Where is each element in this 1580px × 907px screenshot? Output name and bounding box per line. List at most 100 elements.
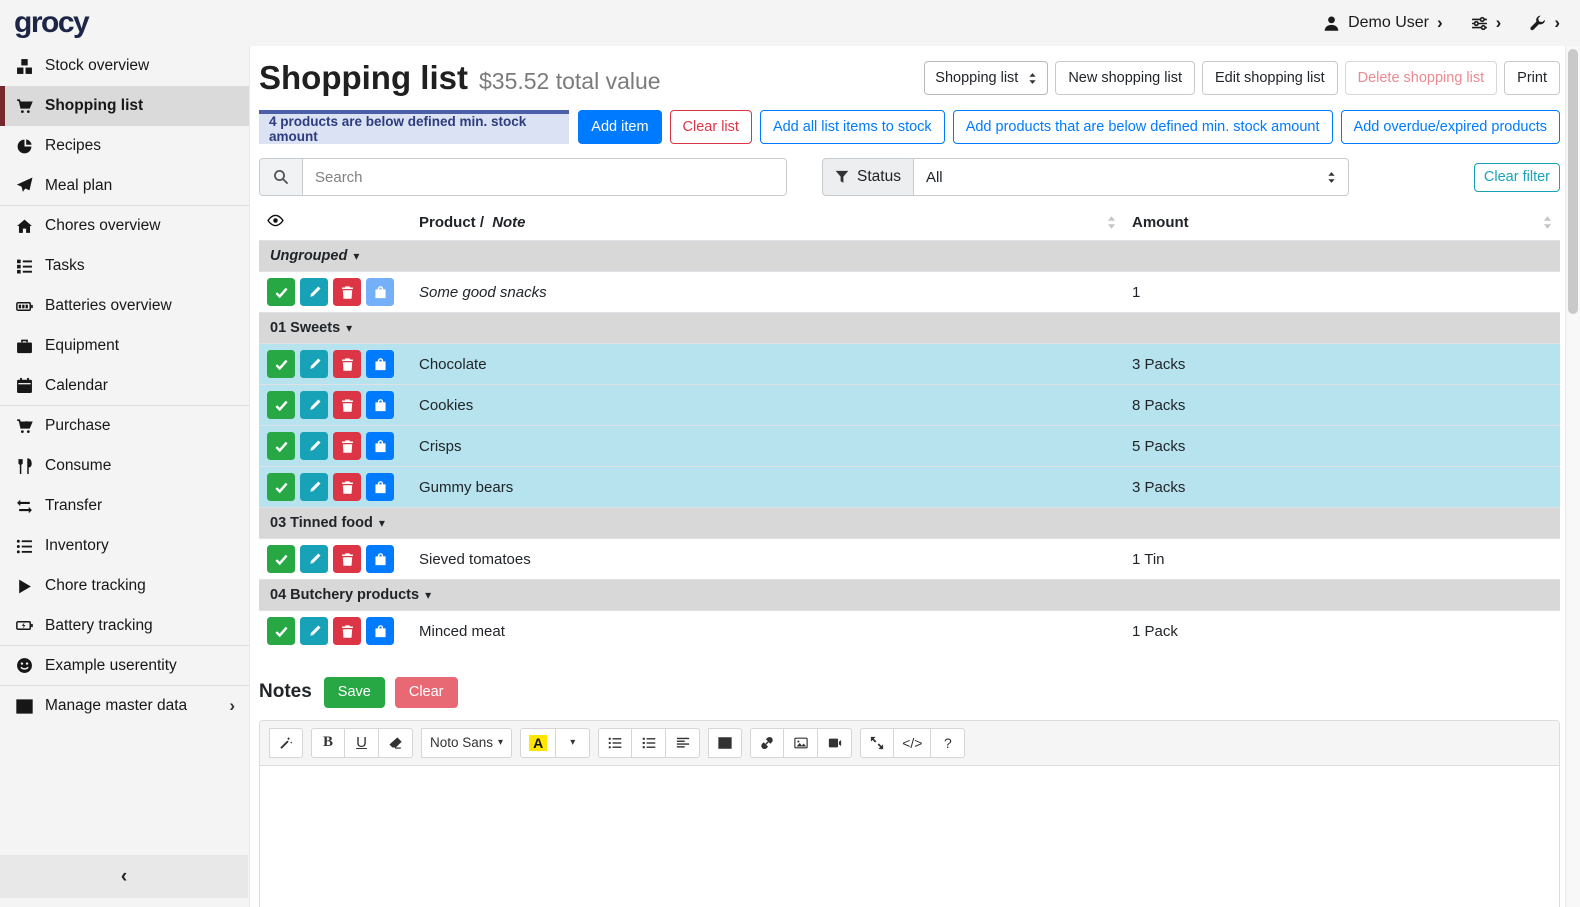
scrollbar-thumb[interactable] <box>1568 49 1578 314</box>
add-to-stock-button[interactable] <box>366 391 394 419</box>
item-name: Some good snacks <box>411 272 1124 313</box>
notes-save-button[interactable]: Save <box>324 677 385 708</box>
add-item-button[interactable]: Add item <box>578 110 661 144</box>
sidebar-item-equipment[interactable]: Equipment <box>0 326 249 366</box>
add-to-stock-button[interactable] <box>366 545 394 573</box>
mark-done-button[interactable] <box>267 350 295 378</box>
insert-table-button[interactable] <box>708 728 742 758</box>
sidebar-item-purchase[interactable]: Purchase <box>0 406 249 446</box>
font-family-dropdown[interactable]: Noto Sans ▾ <box>421 728 512 758</box>
sidebar-item-label: Calendar <box>45 377 108 395</box>
sidebar-item-inventory[interactable]: Inventory <box>0 526 249 566</box>
chevron-right-icon: › <box>1437 13 1443 33</box>
sidebar-item-batteries-overview[interactable]: Batteries overview <box>0 286 249 326</box>
edit-item-button[interactable] <box>300 278 328 306</box>
amount-column-header[interactable]: Amount <box>1124 205 1560 241</box>
group-row-butchery-products[interactable]: 04 Butchery products▾ <box>259 580 1560 611</box>
chevron-right-icon: › <box>1554 13 1560 33</box>
item-name: Chocolate <box>411 344 1124 385</box>
edit-item-button[interactable] <box>300 545 328 573</box>
sidebar-item-transfer[interactable]: Transfer <box>0 486 249 526</box>
delete-shopping-list-button[interactable]: Delete shopping list <box>1345 61 1498 95</box>
delete-item-button[interactable] <box>333 391 361 419</box>
clear-list-button[interactable]: Clear list <box>670 110 752 144</box>
settings-menu[interactable]: › <box>1471 13 1502 33</box>
highlight-color-button[interactable]: A <box>520 728 556 758</box>
sidebar-collapse-button[interactable]: ‹ <box>0 855 248 898</box>
clear-format-button[interactable] <box>379 728 413 758</box>
status-filter-select[interactable]: All <box>914 158 1349 196</box>
add-overdue-button[interactable]: Add overdue/expired products <box>1341 110 1560 144</box>
delete-item-button[interactable] <box>333 617 361 645</box>
sidebar-item-consume[interactable]: Consume <box>0 446 249 486</box>
ordered-list-button[interactable] <box>632 728 666 758</box>
delete-item-button[interactable] <box>333 278 361 306</box>
insert-picture-button[interactable] <box>784 728 818 758</box>
sidebar-item-chores-overview[interactable]: Chores overview <box>0 206 249 246</box>
edit-item-button[interactable] <box>300 391 328 419</box>
group-row-tinned-food[interactable]: 03 Tinned food▾ <box>259 508 1560 539</box>
product-column-header[interactable]: Product / Note <box>411 205 1124 241</box>
admin-menu[interactable]: › <box>1529 13 1560 33</box>
sidebar-item-shopping-list[interactable]: Shopping list <box>0 86 249 126</box>
sidebar-item-tasks[interactable]: Tasks <box>0 246 249 286</box>
sidebar-item-stock-overview[interactable]: Stock overview <box>0 46 249 86</box>
sidebar-item-battery-tracking[interactable]: Battery tracking <box>0 606 249 646</box>
sidebar-item-manage-master-data[interactable]: Manage master data › <box>0 686 249 726</box>
delete-item-button[interactable] <box>333 350 361 378</box>
shopping-list-selector-value: Shopping list <box>935 70 1018 86</box>
underline-button[interactable]: U <box>345 728 379 758</box>
search-input[interactable] <box>303 159 786 195</box>
notes-clear-button[interactable]: Clear <box>395 677 458 708</box>
mark-done-button[interactable] <box>267 278 295 306</box>
page-scrollbar[interactable] <box>1565 46 1580 907</box>
mark-done-button[interactable] <box>267 432 295 460</box>
delete-item-button[interactable] <box>333 545 361 573</box>
sidebar-item-meal-plan[interactable]: Meal plan <box>0 166 249 206</box>
sidebar-item-recipes[interactable]: Recipes <box>0 126 249 166</box>
list-icon <box>14 538 34 555</box>
sidebar-item-calendar[interactable]: Calendar <box>0 366 249 406</box>
mark-done-button[interactable] <box>267 617 295 645</box>
style-wand-button[interactable] <box>269 728 303 758</box>
notes-editor-area[interactable] <box>260 766 1559 907</box>
mark-done-button[interactable] <box>267 473 295 501</box>
highlight-color-caret-button[interactable]: ▾ <box>556 728 590 758</box>
add-below-min-button[interactable]: Add products that are below defined min.… <box>953 110 1333 144</box>
mark-done-button[interactable] <box>267 545 295 573</box>
bold-button[interactable]: B <box>311 728 345 758</box>
user-menu[interactable]: Demo User › <box>1323 13 1443 33</box>
delete-item-button[interactable] <box>333 473 361 501</box>
group-row-sweets[interactable]: 01 Sweets▾ <box>259 313 1560 344</box>
delete-item-button[interactable] <box>333 432 361 460</box>
help-button[interactable]: ? <box>931 728 965 758</box>
sidebar-item-chore-tracking[interactable]: Chore tracking <box>0 566 249 606</box>
sidebar-item-example-userentity[interactable]: Example userentity <box>0 646 249 686</box>
edit-shopping-list-button[interactable]: Edit shopping list <box>1202 61 1338 95</box>
add-to-stock-button[interactable] <box>366 617 394 645</box>
add-to-stock-button[interactable] <box>366 432 394 460</box>
fullscreen-button[interactable] <box>860 728 894 758</box>
edit-item-button[interactable] <box>300 617 328 645</box>
add-to-stock-button[interactable] <box>366 278 394 306</box>
add-to-stock-button[interactable] <box>366 350 394 378</box>
add-all-to-stock-button[interactable]: Add all list items to stock <box>760 110 945 144</box>
edit-item-button[interactable] <box>300 350 328 378</box>
sidebar: Stock overview Shopping list Recipes Mea… <box>0 46 250 907</box>
sidebar-item-label: Equipment <box>45 337 119 355</box>
shopping-list-selector[interactable]: Shopping list <box>924 61 1048 95</box>
paragraph-align-button[interactable] <box>666 728 700 758</box>
edit-item-button[interactable] <box>300 432 328 460</box>
print-button[interactable]: Print <box>1504 61 1560 95</box>
mark-done-button[interactable] <box>267 391 295 419</box>
add-to-stock-button[interactable] <box>366 473 394 501</box>
codeview-button[interactable]: </> <box>894 728 931 758</box>
clear-filter-button[interactable]: Clear filter <box>1474 163 1560 192</box>
insert-link-button[interactable] <box>750 728 784 758</box>
edit-item-button[interactable] <box>300 473 328 501</box>
insert-video-button[interactable] <box>818 728 852 758</box>
group-row-ungrouped[interactable]: Ungrouped▾ <box>259 241 1560 272</box>
user-icon <box>1323 15 1340 32</box>
new-shopping-list-button[interactable]: New shopping list <box>1055 61 1195 95</box>
unordered-list-button[interactable] <box>598 728 632 758</box>
